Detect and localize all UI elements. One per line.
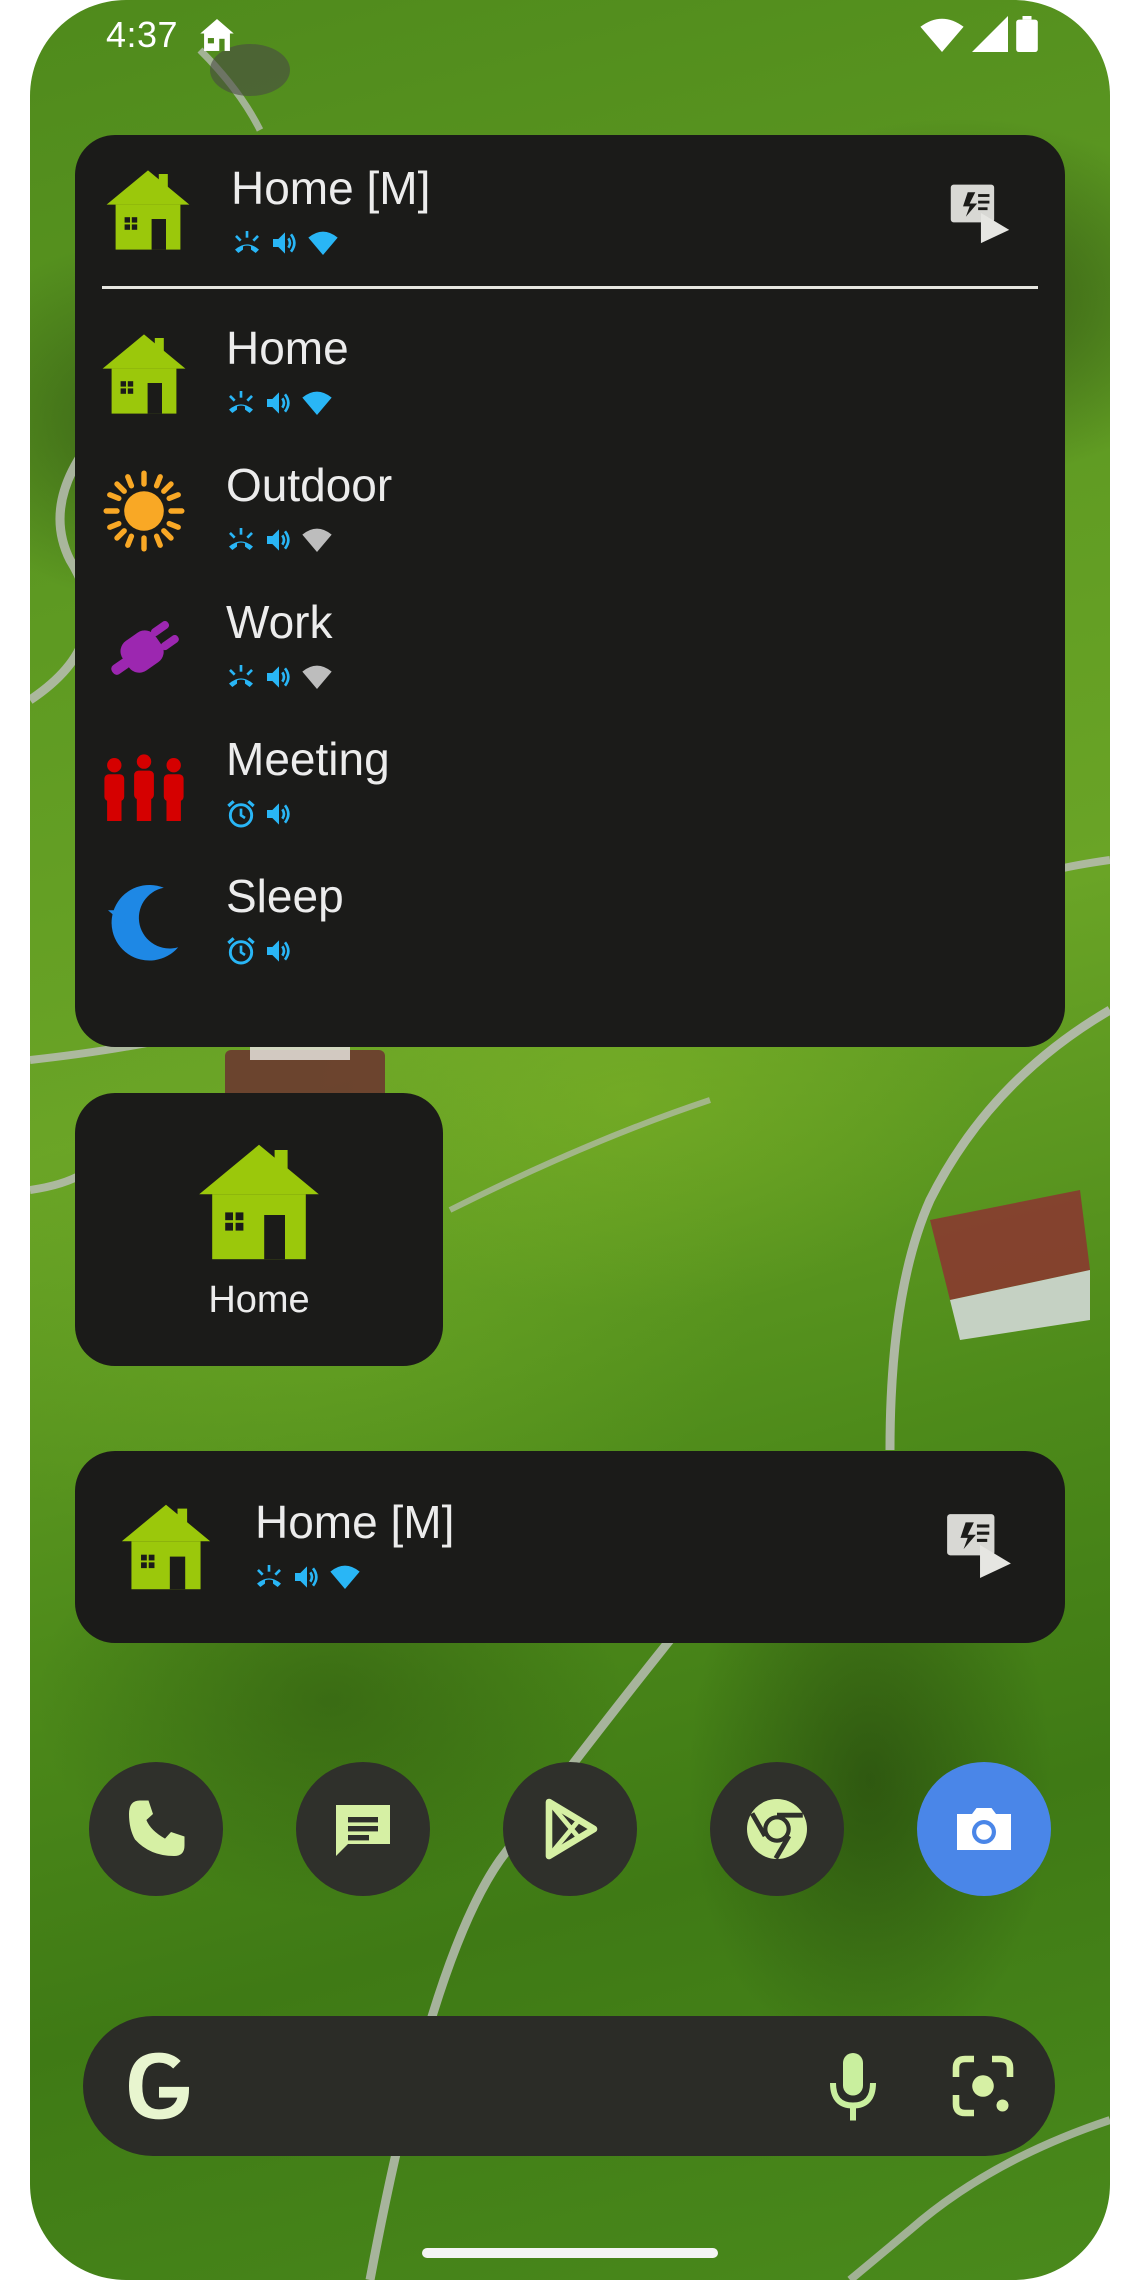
camera-app-icon[interactable] — [917, 1762, 1051, 1896]
alarm-icon — [223, 935, 259, 967]
profile-status — [223, 935, 297, 967]
home-notification-icon — [200, 19, 234, 51]
status-bar: 4:37 — [30, 0, 1110, 70]
wifi-status-icon — [920, 18, 964, 52]
single-profile-label: Home — [208, 1279, 310, 1321]
active-profile-widget[interactable]: Home [M] — [75, 1451, 1065, 1643]
cell-signal-icon — [972, 16, 1008, 52]
profile-list-widget: Home [M] Home Outdoor Work Meeting Sleep — [75, 135, 1065, 1047]
home-icon — [103, 165, 193, 255]
profile-name: Work — [226, 596, 333, 648]
ringer-icon — [223, 387, 259, 419]
wifi-on-icon — [299, 387, 335, 419]
volume-icon — [261, 798, 297, 830]
lens-icon[interactable] — [947, 2050, 1019, 2122]
volume-icon — [289, 1561, 325, 1593]
activate-profile-icon[interactable] — [947, 179, 1013, 245]
divider — [102, 286, 1038, 289]
volume-icon — [261, 935, 297, 967]
google-search-bar[interactable] — [83, 2016, 1055, 2156]
home-icon — [99, 329, 189, 419]
profile-status — [223, 387, 335, 419]
ringer-icon — [251, 1561, 287, 1593]
ringer-icon — [229, 227, 265, 259]
single-profile-widget[interactable]: Home — [75, 1093, 443, 1366]
profile-status — [223, 661, 335, 693]
home-icon — [115, 1499, 217, 1595]
mic-icon[interactable] — [823, 2050, 883, 2126]
activate-profile-icon[interactable] — [943, 1508, 1015, 1580]
status-time: 4:37 — [106, 14, 179, 55]
sun-icon — [103, 470, 185, 552]
profile-status — [223, 524, 335, 556]
profile-item-home[interactable]: Home — [75, 315, 1065, 445]
ringer-icon — [223, 524, 259, 556]
messages-app-icon[interactable] — [296, 1762, 430, 1896]
home-icon — [191, 1137, 327, 1267]
wifi-on-icon — [305, 227, 341, 259]
active-profile-status — [251, 1561, 363, 1593]
gesture-nav-handle[interactable] — [422, 2248, 718, 2258]
play-store-app-icon[interactable] — [503, 1762, 637, 1896]
ringer-icon — [223, 661, 259, 693]
chrome-app-icon[interactable] — [710, 1762, 844, 1896]
volume-icon — [261, 524, 297, 556]
people-icon — [104, 754, 184, 821]
volume-icon — [261, 661, 297, 693]
wifi-on-icon — [327, 1561, 363, 1593]
volume-icon — [261, 387, 297, 419]
active-profile-name: Home [M] — [255, 1496, 455, 1548]
phone-app-icon[interactable] — [89, 1762, 223, 1896]
profile-item-work[interactable]: Work — [75, 589, 1065, 719]
wifi-off-icon — [299, 524, 335, 556]
profile-name: Sleep — [226, 870, 344, 922]
home-screen: 4:37 Home [M] Home Outdoor Work Meeting … — [30, 0, 1110, 2280]
active-profile-name: Home [M] — [231, 162, 431, 214]
profile-item-outdoor[interactable]: Outdoor — [75, 452, 1065, 582]
profile-item-sleep[interactable]: Sleep — [75, 863, 1065, 993]
volume-icon — [267, 227, 303, 259]
battery-icon — [1016, 16, 1038, 52]
profile-name: Outdoor — [226, 459, 393, 511]
profile-name: Meeting — [226, 733, 390, 785]
profile-status — [223, 798, 297, 830]
profile-name: Home — [226, 322, 349, 374]
plug-icon — [111, 620, 179, 675]
wifi-off-icon — [299, 661, 335, 693]
google-logo — [129, 2052, 189, 2120]
moon-icon — [108, 884, 179, 961]
profile-item-meeting[interactable]: Meeting — [75, 726, 1065, 856]
active-profile-status — [229, 227, 341, 259]
alarm-icon — [223, 798, 259, 830]
